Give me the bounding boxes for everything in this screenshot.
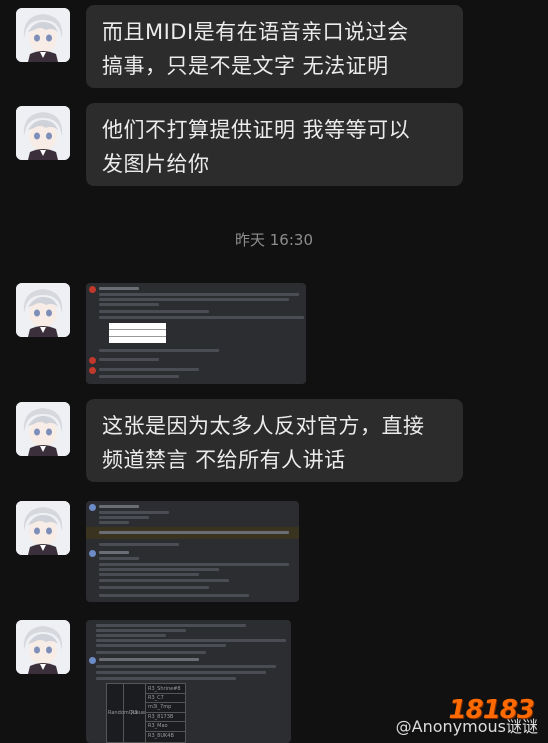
avatar[interactable]	[16, 402, 70, 456]
message-bubble[interactable]: 他们不打算提供证明 我等等可以 发图片给你	[86, 103, 463, 186]
image-message[interactable]: RandomQueue R3 R3_Shrine#8 R3_C7 m3I_7mp…	[86, 620, 291, 743]
anime-avatar-icon	[16, 283, 70, 337]
image-message[interactable]	[86, 283, 306, 384]
user-avatar-dot	[89, 286, 96, 293]
chat-timestamp: 昨天 16:30	[235, 231, 313, 249]
anime-avatar-icon	[16, 8, 70, 62]
avatar[interactable]	[16, 620, 70, 674]
embedded-table-image	[109, 323, 166, 343]
table-cell: RandomQueue	[108, 710, 146, 716]
table-cell: R3_8UK4B	[148, 733, 174, 739]
anime-avatar-icon	[16, 402, 70, 456]
avatar[interactable]	[16, 8, 70, 62]
message-bubble[interactable]: 这张是因为太多人反对官方，直接 频道禁言 不给所有人讲话	[86, 399, 463, 482]
avatar[interactable]	[16, 501, 70, 555]
table-cell: R3_Mao	[148, 723, 168, 729]
message-bubble[interactable]: 而且MIDI是有在语音亲口说过会 搞事，只是不是文字 无法证明	[86, 5, 463, 88]
watermark-text: @Anonymous谜谜	[395, 717, 538, 736]
table-cell: m3I_7mp	[148, 704, 172, 710]
anime-avatar-icon	[16, 501, 70, 555]
avatar[interactable]	[16, 283, 70, 337]
image-message[interactable]	[86, 501, 299, 602]
anime-avatar-icon	[16, 620, 70, 674]
random-queue-table: RandomQueue R3 R3_Shrine#8 R3_C7 m3I_7mp…	[106, 683, 186, 743]
avatar[interactable]	[16, 106, 70, 160]
table-cell: R3	[131, 710, 138, 716]
table-cell: R3_8173B	[148, 714, 174, 720]
table-cell: R3_Shrine#8	[148, 686, 181, 692]
table-cell: R3_C7	[148, 695, 164, 701]
anime-avatar-icon	[16, 106, 70, 160]
